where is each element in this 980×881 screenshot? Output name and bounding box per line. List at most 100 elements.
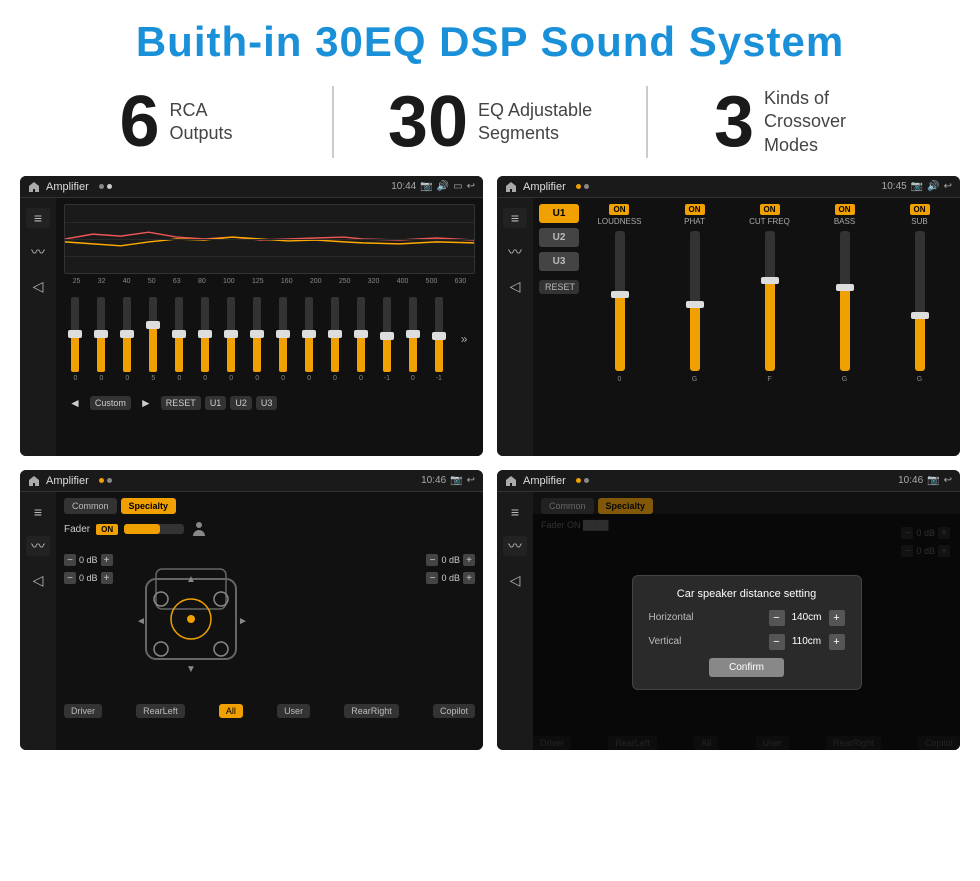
fader-sidebar: ≡ 〰 ◁ [20,492,56,750]
ch-slider-phat[interactable] [690,231,700,371]
preset-u3[interactable]: U3 [539,252,579,271]
wave-icon-3: 〰 [31,536,45,556]
stat-label-rca: RCAOutputs [170,99,233,146]
eq-play-button[interactable]: ► [135,394,157,412]
person-icon [190,520,208,538]
fader-status-left: Amplifier [28,475,112,487]
crossover-presets: U1 U2 U3 RESET [539,204,579,450]
fader-copilot-btn[interactable]: Copilot [433,704,475,718]
eq-expand[interactable]: » [461,289,468,389]
fader-rearleft-btn[interactable]: RearLeft [136,704,185,718]
freq-500: 500 [426,278,438,285]
dist-sidebar: ≡ 〰 ◁ [497,492,533,750]
eq-slider-10[interactable]: 0 [305,289,313,389]
volume2-icon: ◁ [33,278,44,295]
db-minus-fr[interactable]: − [426,554,438,566]
db-minus-rl[interactable]: − [64,572,76,584]
eq-slider-3[interactable]: 0 [123,289,131,389]
camera-icon-4: 📷 [927,475,939,486]
distance-screen: Amplifier 10:46 📷 ↩ ≡ 〰 [497,470,960,750]
crossover-sidebar-wave[interactable]: 〰 [503,242,527,262]
fader-label: Fader [64,524,90,535]
eq-slider-13[interactable]: -1 [383,289,391,389]
eq-slider-1[interactable]: 0 [71,289,79,389]
ch-slider-sub[interactable] [915,231,925,371]
eq-custom-button[interactable]: Custom [90,396,131,410]
dist-common-tab[interactable]: Common [541,498,594,514]
crossover-time: 10:45 [882,181,907,192]
dialog-horizontal-plus[interactable]: + [829,610,845,626]
ch-on-1: ON [609,204,629,215]
crossover-reset[interactable]: RESET [539,280,579,294]
db-minus-fl[interactable]: − [64,554,76,566]
db-minus-rr[interactable]: − [426,572,438,584]
distance-dialog-overlay: Car speaker distance setting Horizontal … [533,514,960,750]
preset-u1[interactable]: U1 [539,204,579,223]
fader-user-btn[interactable]: User [277,704,310,718]
crossover-main: U1 U2 U3 RESET ON LOUDNESS [533,198,960,456]
eq-status-left: Amplifier [28,181,112,193]
dialog-vertical-plus[interactable]: + [829,634,845,650]
fader-main-content: − 0 dB + − 0 dB + [64,544,475,699]
eq-slider-2[interactable]: 0 [97,289,105,389]
eq-screen: Amplifier 10:44 📷 🔊 ▭ ↩ ≡ 〰 [20,176,483,456]
eq-slider-15[interactable]: -1 [435,289,443,389]
db-ctrl-fr: − 0 dB + [426,554,475,566]
dialog-confirm-button[interactable]: Confirm [709,658,784,677]
fader-sidebar-eq[interactable]: ≡ [26,502,50,522]
crossover-sidebar-vol[interactable]: ◁ [503,276,527,296]
eq-slider-12[interactable]: 0 [357,289,365,389]
dialog-horizontal-minus[interactable]: − [769,610,785,626]
distance-dialog: Car speaker distance setting Horizontal … [632,575,862,690]
fader-rearright-btn[interactable]: RearRight [344,704,399,718]
eq-reset-button[interactable]: RESET [161,396,201,410]
volume-icon: 🔊 [437,181,449,192]
eq-slider-14[interactable]: 0 [409,289,417,389]
eq-slider-6[interactable]: 0 [201,289,209,389]
eq-slider-8[interactable]: 0 [253,289,261,389]
eq-sidebar-eq-icon[interactable]: ≡ [26,208,50,228]
fader-all-btn[interactable]: All [219,704,243,718]
back-icon-3: ↩ [467,475,475,486]
preset-u2[interactable]: U2 [539,228,579,247]
ch-slider-bass[interactable] [840,231,850,371]
dist-specialty-tab[interactable]: Specialty [598,498,654,514]
db-plus-fl[interactable]: + [101,554,113,566]
dist-sidebar-eq[interactable]: ≡ [503,502,527,522]
eq-slider-9[interactable]: 0 [279,289,287,389]
db-plus-fr[interactable]: + [463,554,475,566]
crossover-dots [576,184,589,189]
eq-u1-button[interactable]: U1 [205,396,227,410]
eq-u2-button[interactable]: U2 [230,396,252,410]
eq-slider-11[interactable]: 0 [331,289,339,389]
eq-prev-button[interactable]: ◄ [64,394,86,412]
db-plus-rl[interactable]: + [101,572,113,584]
fader-driver-btn[interactable]: Driver [64,704,102,718]
ch-slider-cutfreq[interactable] [765,231,775,371]
eq-sidebar-wave-icon[interactable]: 〰 [26,242,50,262]
db-plus-rr[interactable]: + [463,572,475,584]
eq-slider-7[interactable]: 0 [227,289,235,389]
eq-slider-4[interactable]: 5 [149,289,157,389]
eq-slider-5[interactable]: 0 [175,289,183,389]
dist-status-bar: Amplifier 10:46 📷 ↩ [497,470,960,492]
fader-common-tab[interactable]: Common [64,498,117,514]
dist-sidebar-vol[interactable]: ◁ [503,570,527,590]
fader-slider[interactable] [124,524,184,534]
crossover-sidebar-eq[interactable]: ≡ [503,208,527,228]
dist-status-title: Amplifier [523,475,566,487]
eq-u3-button[interactable]: U3 [256,396,278,410]
eq-sidebar-vol-icon[interactable]: ◁ [26,276,50,296]
freq-400: 400 [397,278,409,285]
ch-label-4: BASS [834,217,855,226]
eq-sliders: 0 0 0 5 0 0 0 0 0 0 0 0 -1 0 -1 » [64,289,475,389]
ch-slider-loudness[interactable] [615,231,625,371]
ch-sub: ON SUB G [885,204,954,450]
ch-label-5: SUB [911,217,927,226]
fader-specialty-tab[interactable]: Specialty [121,498,177,514]
dist-sidebar-wave[interactable]: 〰 [503,536,527,556]
crossover-status-right: 10:45 📷 🔊 ↩ [882,181,952,192]
fader-sidebar-vol[interactable]: ◁ [26,570,50,590]
fader-sidebar-wave[interactable]: 〰 [26,536,50,556]
dialog-vertical-minus[interactable]: − [769,634,785,650]
